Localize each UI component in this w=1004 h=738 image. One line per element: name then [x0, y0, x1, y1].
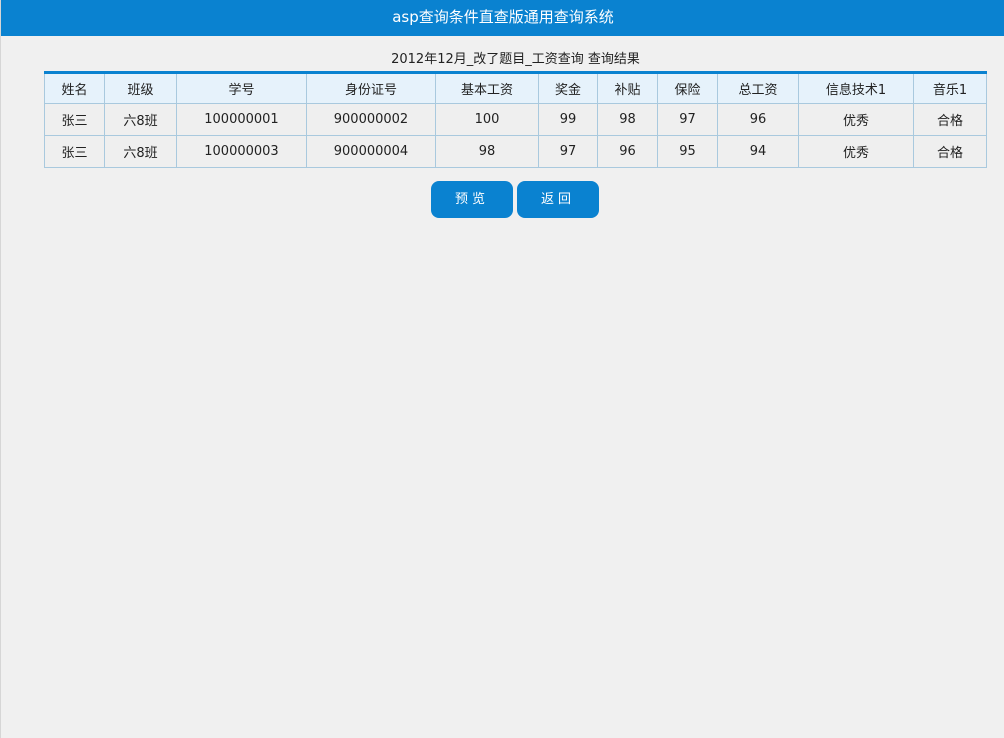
table-cell: 优秀	[798, 135, 914, 168]
column-header-bonus: 奖金	[538, 72, 598, 104]
table-cell: 张三	[44, 103, 105, 136]
table-cell: 合格	[913, 103, 987, 136]
table-cell: 100	[435, 103, 539, 136]
table-cell: 96	[597, 135, 658, 168]
column-header-student-id: 学号	[176, 72, 307, 104]
table-cell: 97	[538, 135, 598, 168]
column-header-music1: 音乐1	[913, 72, 987, 104]
table-cell: 94	[717, 135, 799, 168]
table-cell: 95	[657, 135, 718, 168]
table-row: 张三 六8班 100000003 900000004 98 97 96 95 9…	[44, 135, 987, 168]
column-header-total-salary: 总工资	[717, 72, 799, 104]
table-cell: 100000001	[176, 103, 307, 136]
table-cell: 99	[538, 103, 598, 136]
preview-button[interactable]: 预览	[431, 181, 513, 218]
table-cell: 900000004	[306, 135, 436, 168]
column-header-class: 班级	[104, 72, 177, 104]
column-header-insurance: 保险	[657, 72, 718, 104]
table-row: 张三 六8班 100000001 900000002 100 99 98 97 …	[44, 103, 987, 136]
app-title-bar: asp查询条件直查版通用查询系统	[1, 0, 1004, 36]
table-cell: 六8班	[104, 103, 177, 136]
table-cell: 100000003	[176, 135, 307, 168]
table-cell: 96	[717, 103, 799, 136]
column-header-name: 姓名	[44, 72, 105, 104]
table-cell: 900000002	[306, 103, 436, 136]
results-table: 姓名 班级 学号 身份证号 基本工资 奖金 补贴 保险 总工资 信息技术1 音乐…	[44, 71, 987, 168]
table-cell: 优秀	[798, 103, 914, 136]
column-header-base-salary: 基本工资	[435, 72, 539, 104]
column-header-it1: 信息技术1	[798, 72, 914, 104]
table-cell: 97	[657, 103, 718, 136]
app-title: asp查询条件直查版通用查询系统	[392, 8, 614, 26]
page: asp查询条件直查版通用查询系统 2012年12月_改了题目_工资查询 查询结果…	[0, 0, 1004, 738]
table-header-row: 姓名 班级 学号 身份证号 基本工资 奖金 补贴 保险 总工资 信息技术1 音乐…	[44, 72, 987, 104]
action-buttons: 预览 返回	[431, 181, 599, 218]
table-cell: 六8班	[104, 135, 177, 168]
back-button[interactable]: 返回	[517, 181, 599, 218]
results-caption: 2012年12月_改了题目_工资查询 查询结果	[391, 52, 640, 67]
table-cell: 98	[435, 135, 539, 168]
column-header-id-number: 身份证号	[306, 72, 436, 104]
table-cell: 张三	[44, 135, 105, 168]
column-header-allowance: 补贴	[597, 72, 658, 104]
table-cell: 98	[597, 103, 658, 136]
table-cell: 合格	[913, 135, 987, 168]
